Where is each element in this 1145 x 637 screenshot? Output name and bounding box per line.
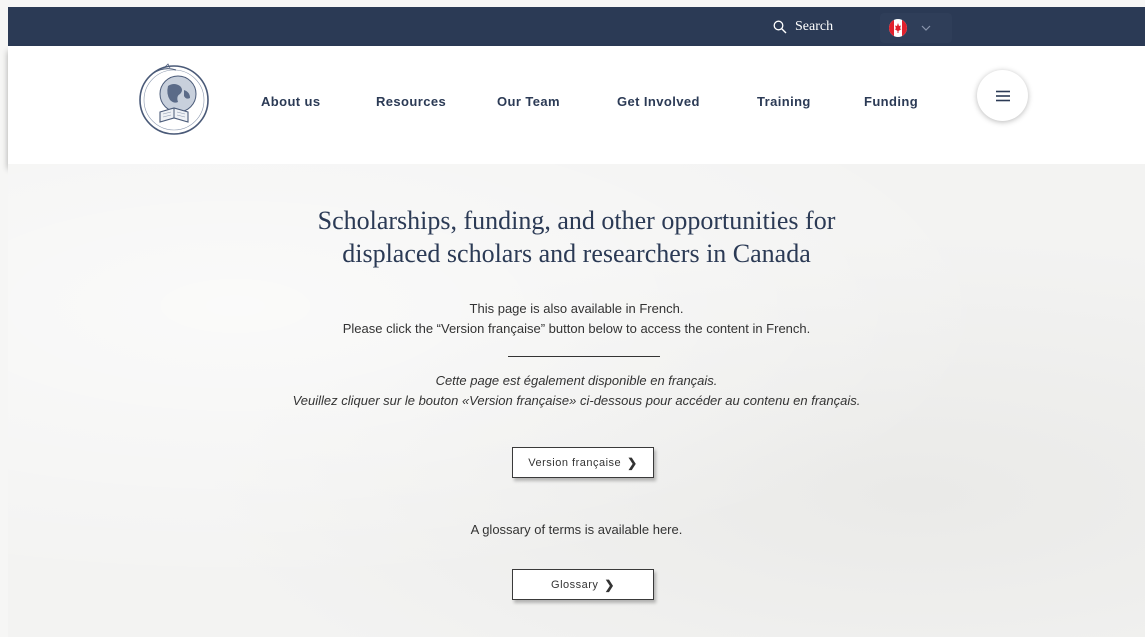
english-notice: This page is also available in French. P… <box>8 299 1145 339</box>
nav-about-us[interactable]: About us <box>261 94 321 109</box>
glossary-label: Glossary <box>551 578 599 591</box>
page-title-line1: Scholarships, funding, and other opportu… <box>317 206 836 235</box>
search-label: Search <box>795 18 834 34</box>
top-bar: Search <box>8 7 1145 46</box>
page-title: Scholarships, funding, and other opportu… <box>8 204 1145 270</box>
hamburger-menu-button[interactable] <box>977 70 1028 121</box>
site-header: About us Resources Our Team Get Involved… <box>8 46 1145 164</box>
globe-book-logo[interactable] <box>134 60 214 140</box>
glossary-button[interactable]: Glossary ❯ <box>512 569 654 600</box>
nav-training[interactable]: Training <box>757 94 811 109</box>
nav-get-involved[interactable]: Get Involved <box>617 94 700 109</box>
english-notice-line1: This page is also available in French. <box>469 301 684 316</box>
divider <box>508 356 660 357</box>
french-notice-line2: Veuillez cliquer sur le bouton «Version … <box>292 393 861 408</box>
french-notice: Cette page est également disponible en f… <box>8 371 1145 411</box>
chevron-right-icon: ❯ <box>604 577 615 592</box>
version-francaise-label: Version française <box>528 456 622 469</box>
nav-funding[interactable]: Funding <box>864 94 918 109</box>
search-button[interactable]: Search <box>773 7 833 46</box>
main-content: Scholarships, funding, and other opportu… <box>8 164 1145 637</box>
hamburger-menu-icon <box>995 90 1010 101</box>
version-francaise-button[interactable]: Version française ❯ <box>512 447 654 478</box>
canada-flag-icon <box>889 19 907 37</box>
language-selector[interactable] <box>880 13 952 43</box>
french-notice-line1: Cette page est également disponible en f… <box>435 373 718 388</box>
english-notice-line2: Please click the “Version française” but… <box>342 321 811 336</box>
chevron-down-icon <box>921 25 931 31</box>
glossary-notice: A glossary of terms is available here. <box>470 522 683 537</box>
nav-our-team[interactable]: Our Team <box>497 94 560 109</box>
page-title-line2: displaced scholars and researchers in Ca… <box>342 239 811 268</box>
nav-resources[interactable]: Resources <box>376 94 446 109</box>
search-icon <box>773 20 787 33</box>
chevron-right-icon: ❯ <box>627 455 638 470</box>
